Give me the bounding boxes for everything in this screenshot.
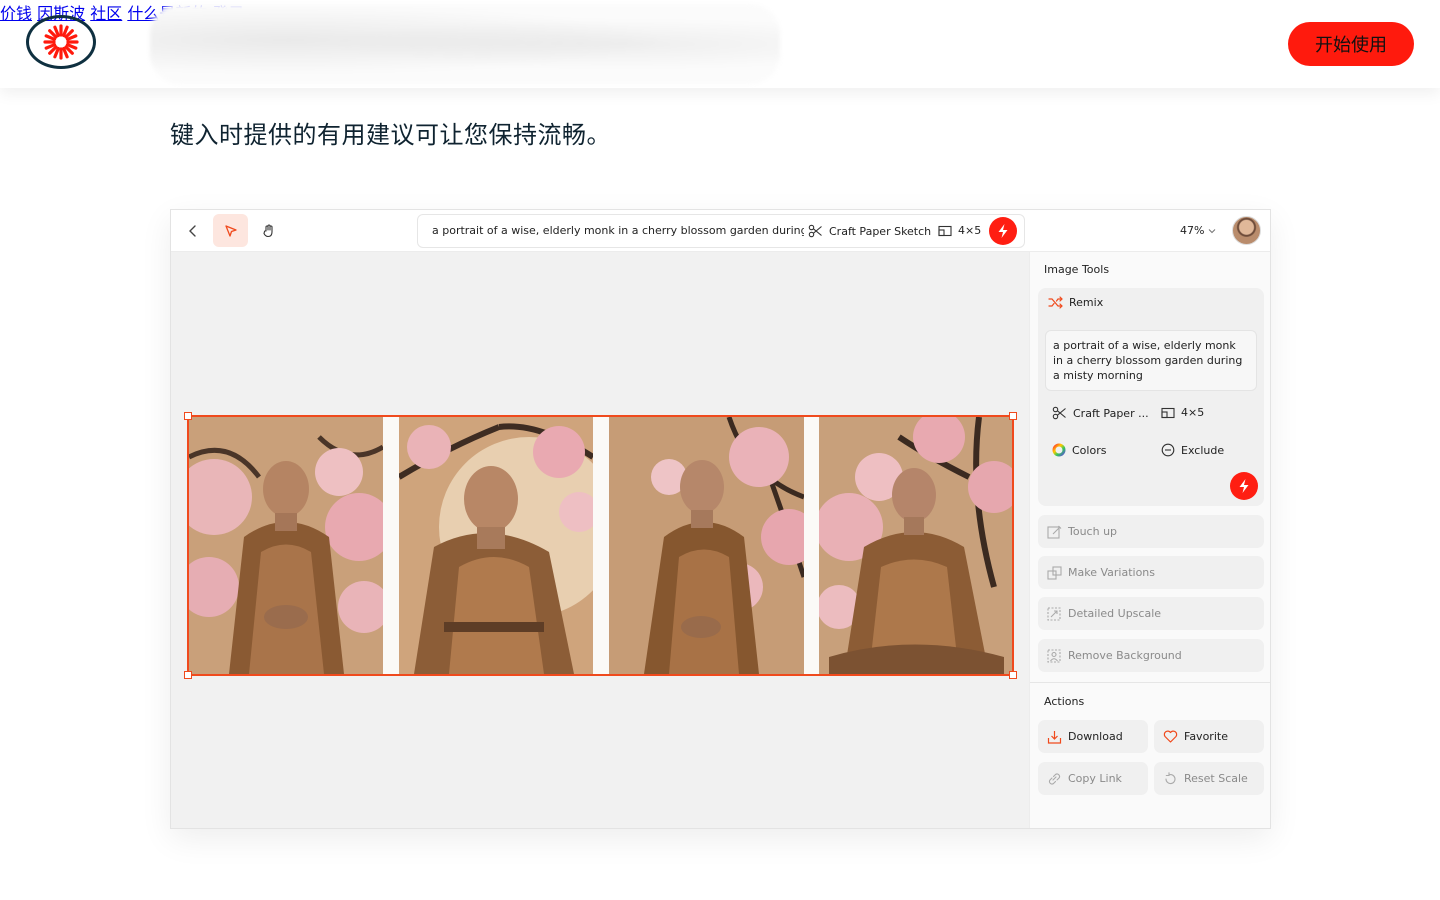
image-gap: [383, 417, 399, 674]
ratio-selector[interactable]: 4×5: [938, 224, 981, 237]
upscale-icon: [1047, 606, 1061, 621]
touch-up-label: Touch up: [1068, 525, 1118, 538]
lightning-bolt-icon: [998, 224, 1008, 238]
aspect-ratio-icon: [1161, 407, 1175, 418]
nav-link-pricing[interactable]: 价钱: [0, 4, 32, 23]
user-avatar[interactable]: [1232, 216, 1261, 245]
scissors-icon: [1052, 406, 1066, 420]
image-selection[interactable]: [184, 412, 1017, 679]
image-tools-heading: Image Tools: [1044, 263, 1110, 276]
colors-selector[interactable]: Colors: [1052, 443, 1106, 457]
minus-circle-icon: [1161, 443, 1175, 457]
detailed-upscale-label: Detailed Upscale: [1068, 607, 1162, 620]
make-variations-button[interactable]: Make Variations: [1038, 556, 1264, 589]
remix-ratio-selector[interactable]: 4×5: [1161, 406, 1204, 419]
scissors-icon: [808, 224, 822, 238]
prompt-bar[interactable]: a portrait of a wise, elderly monk in a …: [417, 214, 1025, 248]
monk-portrait-image: [189, 417, 383, 674]
download-button[interactable]: Download: [1038, 720, 1148, 753]
remix-style-selector[interactable]: Craft Paper ...: [1052, 406, 1149, 420]
actions-heading: Actions: [1044, 695, 1085, 708]
nav-link-community[interactable]: 社区: [90, 4, 122, 23]
link-icon: [1048, 772, 1061, 785]
colors-label: Colors: [1072, 443, 1107, 457]
cursor-arrow-icon: [224, 224, 237, 237]
zoom-dropdown[interactable]: 47%: [1180, 224, 1216, 237]
tools-sidebar: Image Tools Remix a portrait of a wise, …: [1029, 252, 1270, 828]
brand-logo[interactable]: [26, 15, 96, 69]
resize-handle-top-left[interactable]: [184, 412, 192, 420]
touch-up-button[interactable]: Touch up: [1038, 515, 1264, 548]
resize-handle-bottom-left[interactable]: [184, 671, 192, 679]
app-toolbar: a portrait of a wise, elderly monk in a …: [171, 210, 1270, 252]
style-label: Craft Paper Sketch: [829, 224, 932, 238]
style-selector[interactable]: Craft Paper Sketch: [808, 224, 931, 238]
get-started-button[interactable]: 开始使用: [1288, 22, 1414, 66]
copy-link-button[interactable]: Copy Link: [1038, 762, 1148, 795]
exclude-selector[interactable]: Exclude: [1161, 443, 1224, 457]
download-label: Download: [1068, 730, 1123, 743]
monk-portrait-image: [609, 417, 804, 674]
remix-generate-button[interactable]: [1230, 472, 1258, 500]
aspect-ratio-icon: [938, 225, 952, 236]
chevron-left-icon: [188, 224, 196, 237]
section-headline: 键入时提供的有用建议可让您保持流畅。: [170, 121, 611, 149]
hand-icon: [262, 224, 273, 238]
prompt-input[interactable]: a portrait of a wise, elderly monk in a …: [432, 224, 804, 237]
back-button[interactable]: [175, 214, 210, 247]
color-wheel-icon: [1052, 443, 1066, 457]
blurred-banner: [150, 4, 780, 84]
monk-portrait-image: [819, 417, 1012, 674]
remix-ratio-label: 4×5: [1181, 406, 1205, 419]
resize-handle-top-right[interactable]: [1009, 412, 1017, 420]
generated-image-3[interactable]: [609, 417, 804, 674]
lightning-bolt-icon: [1239, 479, 1249, 493]
make-variations-label: Make Variations: [1068, 566, 1156, 579]
chevron-down-icon: [1209, 228, 1216, 233]
shuffle-icon: [1048, 296, 1063, 309]
generated-image-2[interactable]: [399, 417, 593, 674]
sidebar-divider: [1030, 682, 1270, 683]
sunburst-logo-icon: [43, 24, 79, 60]
resize-handle-bottom-right[interactable]: [1009, 671, 1017, 679]
top-navigation: 价钱 因斯波 社区 什么是新的 登录 开始使用: [0, 0, 1440, 88]
download-icon: [1047, 730, 1062, 744]
hand-tool-button[interactable]: [251, 214, 286, 247]
image-gap: [593, 417, 609, 674]
remix-card: Remix a portrait of a wise, elderly monk…: [1038, 288, 1264, 506]
canvas-area[interactable]: [171, 252, 1029, 828]
detailed-upscale-button[interactable]: Detailed Upscale: [1038, 597, 1264, 630]
generated-image-1[interactable]: [189, 417, 383, 674]
remove-background-label: Remove Background: [1068, 649, 1182, 662]
zoom-level: 47%: [1180, 224, 1205, 237]
generate-button[interactable]: [989, 217, 1017, 245]
remix-header[interactable]: Remix: [1048, 296, 1103, 309]
ratio-label: 4×5: [958, 224, 982, 237]
remix-style-label: Craft Paper ...: [1073, 406, 1149, 420]
app-preview-window: a portrait of a wise, elderly monk in a …: [170, 209, 1271, 829]
monk-portrait-image: [399, 417, 593, 674]
remix-prompt-field[interactable]: a portrait of a wise, elderly monk in a …: [1045, 330, 1257, 391]
favorite-button[interactable]: Favorite: [1154, 720, 1264, 753]
reset-icon: [1165, 771, 1176, 784]
favorite-label: Favorite: [1184, 730, 1228, 743]
edit-image-icon: [1047, 525, 1062, 539]
remix-label: Remix: [1069, 296, 1104, 309]
image-gap: [804, 417, 819, 674]
remove-background-button[interactable]: Remove Background: [1038, 639, 1264, 672]
reset-scale-label: Reset Scale: [1184, 772, 1248, 785]
generated-image-4[interactable]: [819, 417, 1012, 674]
select-tool-button[interactable]: [213, 214, 248, 247]
copy-link-label: Copy Link: [1068, 772, 1122, 785]
heart-icon: [1163, 730, 1178, 743]
exclude-label: Exclude: [1181, 443, 1225, 457]
variations-icon: [1047, 565, 1062, 580]
reset-scale-button[interactable]: Reset Scale: [1154, 762, 1264, 795]
remove-background-icon: [1047, 648, 1061, 663]
